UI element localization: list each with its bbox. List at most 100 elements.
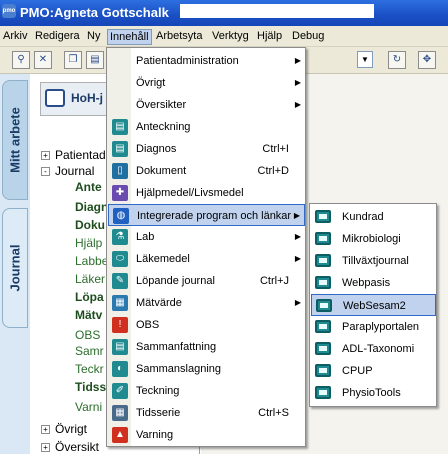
nav-title: HoH-j bbox=[71, 91, 103, 105]
tree-item-label: Journal bbox=[55, 164, 95, 178]
menu-item[interactable]: ▤ Sammanfattning bbox=[108, 336, 305, 358]
menu-item[interactable]: Övrigt ▶ bbox=[108, 72, 305, 94]
menu-hjalp[interactable]: Hjälp bbox=[255, 29, 284, 45]
menu-item-shortcut: Ctrl+D bbox=[257, 165, 289, 177]
menu-item[interactable]: ▯ Dokument Ctrl+D bbox=[108, 160, 305, 182]
menu-item-label: Mätvärde bbox=[136, 297, 182, 309]
tree-item-label: Patientad bbox=[55, 148, 106, 162]
tree-item-label: Översikt bbox=[55, 440, 100, 454]
timeseries-icon: ▦ bbox=[112, 405, 128, 421]
submenu-item[interactable]: Tillväxtjournal bbox=[311, 250, 436, 272]
menu-item-label: Dokument bbox=[136, 165, 187, 177]
tree-item-label: Läker bbox=[75, 272, 106, 286]
menu-item[interactable]: ✚ Hjälpmedel/Livsmedel bbox=[108, 182, 305, 204]
submenu-item[interactable]: PhysioTools bbox=[311, 382, 436, 404]
window-icon bbox=[315, 254, 331, 267]
menu-redigera[interactable]: Redigera bbox=[33, 29, 82, 45]
menu-item-shortcut: Ctrl+I bbox=[262, 143, 289, 155]
submenu-item[interactable]: CPUP bbox=[311, 360, 436, 382]
menu-verktyg[interactable]: Verktyg bbox=[210, 29, 251, 45]
collapse-icon[interactable]: - bbox=[41, 167, 50, 176]
menu-item-label: Läkemedel bbox=[136, 253, 190, 265]
document-icon[interactable]: ▤ bbox=[86, 51, 104, 69]
menu-item-label: Anteckning bbox=[136, 121, 191, 133]
submenu-arrow-icon: ▶ bbox=[294, 232, 301, 241]
menu-item[interactable]: ✎ Löpande journal Ctrl+J bbox=[108, 270, 305, 292]
menu-ny[interactable]: Ny bbox=[85, 29, 102, 45]
menu-item[interactable]: Översikter ▶ bbox=[108, 94, 305, 116]
drawing-icon: ✐ bbox=[112, 383, 128, 399]
merge-icon: ◐ bbox=[112, 361, 128, 377]
submenu-item[interactable]: Mikrobiologi bbox=[311, 228, 436, 250]
menu-item[interactable]: ▲ Varning bbox=[108, 424, 305, 446]
note-icon: ▤ bbox=[112, 119, 128, 135]
menu-item[interactable]: ◍ Integrerade program och länkar ▶ bbox=[108, 204, 305, 226]
move-icon[interactable]: ✥ bbox=[418, 51, 436, 69]
submenu-item-label: Paraplyportalen bbox=[342, 321, 420, 333]
menu-item-label: Hjälpmedel/Livsmedel bbox=[136, 187, 244, 199]
tree-item-label: Teckr bbox=[75, 362, 104, 376]
tree-item-label: Övrigt bbox=[55, 422, 88, 436]
submenu-arrow-icon: ▶ bbox=[294, 56, 301, 65]
menu-item[interactable]: ⬭ Läkemedel ▶ bbox=[108, 248, 305, 270]
tab-journal-label: Journal bbox=[7, 244, 23, 292]
warning-icon: ▲ bbox=[112, 427, 128, 443]
menu-innehall[interactable]: Innehåll bbox=[107, 29, 152, 45]
window-icon bbox=[315, 276, 331, 289]
submenu-item[interactable]: Webpasis bbox=[311, 272, 436, 294]
menu-debug[interactable]: Debug bbox=[290, 29, 326, 45]
menu-item-label: Tidsserie bbox=[136, 407, 181, 419]
folder-icon bbox=[45, 89, 65, 107]
tree-item-label: OBS bbox=[75, 328, 101, 342]
copy-icon[interactable]: ❐ bbox=[64, 51, 82, 69]
submenu-item[interactable]: ADL-Taxonomi bbox=[311, 338, 436, 360]
menu-item[interactable]: Patientadministration ▶ bbox=[108, 50, 305, 72]
globe-icon: ◍ bbox=[113, 208, 129, 224]
tab-journal[interactable]: Journal bbox=[2, 208, 28, 328]
menu-arbetsyta[interactable]: Arbetsyta bbox=[154, 29, 204, 45]
dropdown-arrow-icon[interactable]: ▼ bbox=[357, 51, 373, 68]
tree-item-label: Ante bbox=[75, 180, 102, 194]
menu-item[interactable]: ✐ Teckning bbox=[108, 380, 305, 402]
submenu-item[interactable]: WebSesam2 bbox=[311, 294, 436, 316]
menu-bar: Arkiv Redigera Ny Innehåll Arbetsyta Ver… bbox=[0, 26, 448, 47]
submenu-item[interactable]: Kundrad bbox=[311, 206, 436, 228]
window-title: PMO:Agneta Gottschalk bbox=[20, 5, 169, 20]
submenu-arrow-icon: ▶ bbox=[294, 100, 301, 109]
expand-icon[interactable]: + bbox=[41, 151, 50, 160]
search-icon[interactable]: ⚲ bbox=[12, 51, 30, 69]
menu-item-label: Övrigt bbox=[136, 77, 166, 89]
menu-item-label: Lab bbox=[136, 231, 155, 243]
menu-item[interactable]: ! OBS bbox=[108, 314, 305, 336]
menu-item-label: Sammanslagning bbox=[136, 363, 221, 375]
medicine-icon: ⬭ bbox=[112, 251, 128, 267]
window-icon bbox=[315, 342, 331, 355]
window-icon bbox=[315, 210, 331, 223]
submenu-arrow-icon: ▶ bbox=[293, 211, 300, 220]
window-icon bbox=[315, 386, 331, 399]
menu-item[interactable]: ▤ Diagnos Ctrl+I bbox=[108, 138, 305, 160]
app-icon: pmo bbox=[2, 4, 16, 18]
vertical-tab-strip: Mitt arbete Journal bbox=[0, 74, 30, 454]
expand-icon[interactable]: + bbox=[41, 425, 50, 434]
menu-item[interactable]: ⚗ Lab ▶ bbox=[108, 226, 305, 248]
title-bar: pmo PMO:Agneta Gottschalk bbox=[0, 0, 448, 26]
tree-item-label: Samr bbox=[75, 344, 104, 358]
menu-item[interactable]: ▦ Mätvärde ▶ bbox=[108, 292, 305, 314]
tree-item-label: Doku bbox=[75, 218, 105, 232]
menu-arkiv[interactable]: Arkiv bbox=[1, 29, 29, 45]
menu-item[interactable]: ▦ Tidsserie Ctrl+S bbox=[108, 402, 305, 424]
menu-item-label: Teckning bbox=[136, 385, 180, 397]
menu-item-label: OBS bbox=[136, 319, 160, 331]
aid-icon: ✚ bbox=[112, 185, 128, 201]
menu-item-shortcut: Ctrl+S bbox=[258, 407, 289, 419]
submenu-item[interactable]: Paraplyportalen bbox=[311, 316, 436, 338]
menu-item[interactable]: ▤ Anteckning bbox=[108, 116, 305, 138]
menu-item-shortcut: Ctrl+J bbox=[259, 275, 289, 287]
menu-item[interactable]: ◐ Sammanslagning bbox=[108, 358, 305, 380]
submenu-item-label: ADL-Taxonomi bbox=[342, 343, 415, 355]
expand-icon[interactable]: + bbox=[41, 443, 50, 452]
refresh-icon[interactable]: ↻ bbox=[388, 51, 406, 69]
close-icon[interactable]: ✕ bbox=[34, 51, 52, 69]
tab-mitt-arbete[interactable]: Mitt arbete bbox=[2, 80, 28, 200]
